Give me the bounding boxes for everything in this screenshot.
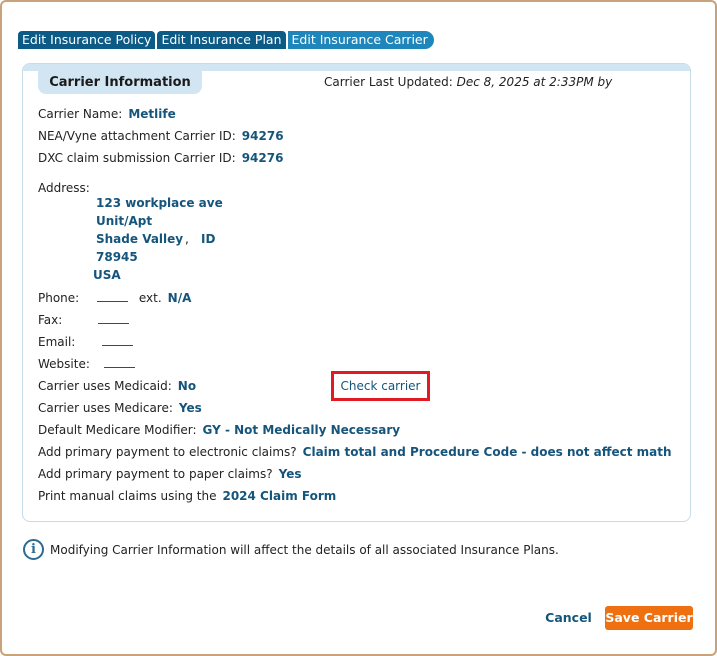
card-header-bar [23,64,690,71]
primary-paper-value: Yes [278,467,302,481]
info-text: Modifying Carrier Information will affec… [50,542,559,557]
dxc-id-value: 94276 [241,151,284,165]
address-comma: , [185,232,189,246]
phone-value [97,292,129,302]
website-label: Website: [38,357,90,371]
medicaid-label: Carrier uses Medicaid: [38,379,172,393]
tab-edit-insurance-carrier[interactable]: Edit Insurance Carrier [287,31,434,49]
address-unit: Unit/Apt [96,214,153,228]
dxc-id-row: DXC claim submission Carrier ID: 94276 [38,151,283,165]
nea-id-label: NEA/Vyne attachment Carrier ID: [38,129,236,143]
primary-paper-row: Add primary payment to paper claims? Yes [38,467,301,481]
save-carrier-button[interactable]: Save Carrier [605,606,693,630]
info-icon: i [23,539,44,560]
fax-row: Fax: [38,313,130,327]
dxc-id-label: DXC claim submission Carrier ID: [38,151,236,165]
primary-electronic-row: Add primary payment to electronic claims… [38,445,672,459]
email-label: Email: [38,335,76,349]
medicare-row: Carrier uses Medicare: Yes [38,401,202,415]
manual-claims-value: 2024 Claim Form [222,489,337,503]
nea-id-value: 94276 [241,129,284,143]
medicare-label: Carrier uses Medicare: [38,401,173,415]
last-updated-label: Carrier Last Updated: [324,75,453,89]
primary-electronic-label: Add primary payment to electronic claims… [38,445,297,459]
last-updated: Carrier Last Updated: Dec 8, 2025 at 2:3… [324,75,612,89]
carrier-info-card: Carrier Information Carrier Last Updated… [22,63,691,522]
medicaid-value: No [177,379,197,393]
cancel-button[interactable]: Cancel [542,607,595,629]
check-carrier-link[interactable]: Check carrier [331,371,430,401]
dialog-window: Edit Insurance Policy Edit Insurance Pla… [0,0,717,656]
carrier-name-row: Carrier Name: Metlife [38,107,176,121]
manual-claims-row: Print manual claims using the 2024 Claim … [38,489,336,503]
medicare-value: Yes [178,401,202,415]
address-country: USA [93,268,121,282]
tab-bar: Edit Insurance Policy Edit Insurance Pla… [18,31,434,49]
primary-electronic-value: Claim total and Procedure Code - does no… [302,445,672,459]
modifier-value: GY - Not Medically Necessary [202,423,401,437]
phone-ext-value: N/A [167,291,192,305]
website-value [103,358,135,368]
tab-edit-insurance-policy[interactable]: Edit Insurance Policy [18,31,156,49]
fax-label: Fax: [38,313,63,327]
last-updated-value: Dec 8, 2025 at 2:33PM by [456,75,613,89]
address-state: ID [201,232,216,246]
primary-paper-label: Add primary payment to paper claims? [38,467,273,481]
phone-row: Phone: ext. N/A [38,291,191,305]
modifier-label: Default Medicare Modifier: [38,423,197,437]
email-row: Email: [38,335,134,349]
carrier-name-label: Carrier Name: [38,107,123,121]
nea-id-row: NEA/Vyne attachment Carrier ID: 94276 [38,129,284,143]
info-notice: i Modifying Carrier Information will aff… [23,539,559,560]
email-value [102,336,134,346]
address-city: Shade Valley [96,232,184,246]
carrier-name-value: Metlife [128,107,176,121]
address-street: 123 workplace ave [96,196,223,210]
medicaid-row: Carrier uses Medicaid: No [38,379,196,393]
section-title: Carrier Information [38,71,202,94]
modifier-row: Default Medicare Modifier: GY - Not Medic… [38,423,400,437]
address-zip: 78945 [96,250,138,264]
phone-ext-label: ext. [138,291,162,305]
phone-label: Phone: [38,291,80,305]
address-label: Address: [38,181,90,195]
fax-value [98,314,130,324]
manual-claims-label: Print manual claims using the [38,489,217,503]
website-row: Website: [38,357,135,371]
tab-edit-insurance-plan[interactable]: Edit Insurance Plan [157,31,286,49]
